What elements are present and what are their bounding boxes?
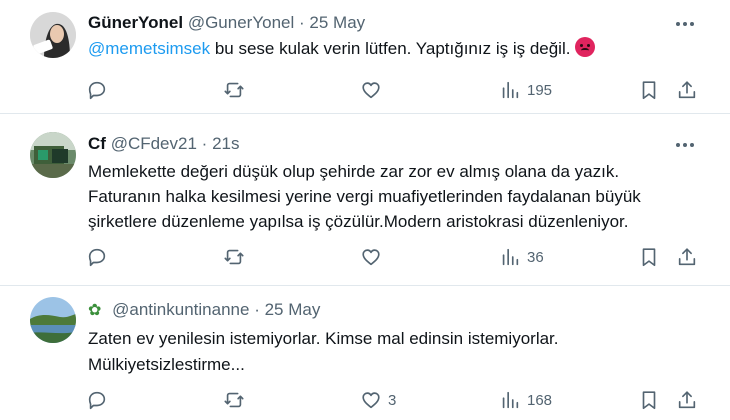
views-count: 195 [527,81,553,99]
tweet-header: Cf @CFdev21 · 21s [88,134,240,154]
more-options-icon[interactable] [676,140,698,150]
avatar[interactable] [30,297,76,343]
more-options-icon[interactable] [676,19,698,29]
reply-icon [88,391,106,410]
tweet-text: @memetsimsek bu sese kulak verin lütfen.… [88,37,688,61]
views-icon [502,248,519,266]
like-button[interactable] [360,245,382,269]
like-button[interactable] [360,78,382,102]
views-count: 168 [527,391,553,409]
angry-face-icon [575,37,596,57]
reply-button[interactable] [86,78,108,102]
avatar[interactable] [30,132,76,178]
tweet-actions: 3 168 [0,388,730,412]
share-icon [678,81,696,99]
separator: · [299,13,305,32]
views-button[interactable]: 36 [499,245,544,269]
timestamp[interactable]: 21s [212,134,239,153]
tweet-line: Zaten ev yenilesin istemiyorlar. Kimse m… [88,329,559,348]
views-icon [502,81,519,99]
tweet-line: şirketlere düzenleme yapılsa iş çözülür.… [88,212,629,231]
handle[interactable]: @GunerYonel [188,13,294,32]
retweet-icon [224,249,244,265]
avatar[interactable] [30,12,76,58]
bookmark-button[interactable] [638,78,660,102]
share-icon [678,391,696,409]
tweet-text: Zaten ev yenilesin istemiyorlar. Kimse m… [88,326,688,378]
tweet-header: ✿ @antinkuntinanne · 25 May [88,300,320,320]
views-count: 36 [527,248,544,266]
retweet-icon [224,392,244,408]
reply-icon [88,248,106,267]
reply-icon [88,81,106,100]
bookmark-icon [642,81,656,100]
handle[interactable]: @antinkuntinanne [112,300,249,319]
views-button[interactable]: 168 [499,388,552,412]
heart-icon [362,392,380,409]
retweet-button[interactable] [223,388,245,412]
bookmark-button[interactable] [638,388,660,412]
share-button[interactable] [676,245,698,269]
share-button[interactable] [676,388,698,412]
tweet-line: Memlekette değeri düşük olup şehirde zar… [88,162,620,181]
tweet-header: GünerYonel @GunerYonel · 25 May [88,13,365,33]
timestamp[interactable]: 25 May [309,13,365,32]
retweet-icon [224,82,244,98]
views-button[interactable]: 195 [499,78,552,102]
bookmark-icon [642,391,656,410]
tweet[interactable]: ✿ @antinkuntinanne · 25 May Zaten ev yen… [0,286,730,420]
bookmark-button[interactable] [638,245,660,269]
heart-icon [362,249,380,266]
share-button[interactable] [676,78,698,102]
tweet-body: bu sese kulak verin lütfen. Yaptığınız i… [210,39,571,58]
retweet-button[interactable] [223,78,245,102]
timestamp[interactable]: 25 May [265,300,321,319]
reply-button[interactable] [86,388,108,412]
share-icon [678,248,696,266]
likes-count: 3 [388,391,397,409]
separator: · [254,300,260,319]
separator: · [201,134,208,153]
bookmark-icon [642,248,656,267]
handle[interactable]: @CFdev21 [111,134,197,153]
tweet-line: Mülkiyetsizlestirme... [88,355,245,374]
heart-icon [362,82,380,99]
retweet-button[interactable] [223,245,245,269]
tweet[interactable]: Cf @CFdev21 · 21s Memlekette değeri düşü… [0,114,730,286]
tweet-actions: 36 [0,245,730,269]
tweet-actions: 195 [0,78,730,102]
tweet[interactable]: GünerYonel @GunerYonel · 25 May @memetsi… [0,0,730,114]
tweet-line: Faturanın halka kesilmesi yerine vergi m… [88,187,641,206]
leaf-icon: ✿ [88,302,102,319]
display-name[interactable]: GünerYonel [88,13,183,32]
like-button[interactable]: 3 [360,388,396,412]
mention-link[interactable]: @memetsimsek [88,39,210,58]
views-icon [502,391,519,409]
tweet-text: Memlekette değeri düşük olup şehirde zar… [88,159,688,234]
display-name[interactable]: Cf [88,134,106,153]
reply-button[interactable] [86,245,108,269]
